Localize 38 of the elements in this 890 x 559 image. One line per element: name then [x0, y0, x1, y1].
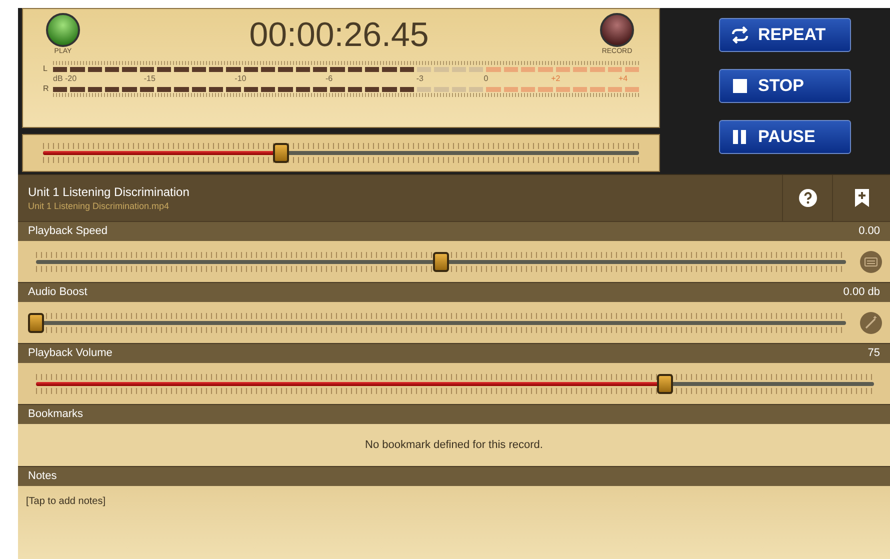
scale-label: -15 — [144, 73, 156, 85]
value-label: 0.00 db — [843, 285, 880, 300]
section-header: Notes — [28, 469, 57, 484]
control-label: Playback Volume — [28, 346, 112, 362]
repeat-icon — [730, 25, 750, 45]
file-name: Unit 1 Listening Discrimination.mp4 — [28, 200, 170, 212]
play-light-icon — [46, 13, 80, 47]
stop-icon — [730, 76, 750, 96]
scale-label: -6 — [325, 73, 333, 85]
notes-field[interactable]: [Tap to add notes] — [18, 486, 890, 559]
channel-label: L — [43, 63, 48, 75]
slider-thumb[interactable] — [273, 143, 290, 163]
slider-thumb[interactable] — [656, 374, 672, 394]
time-display: 00:00:26.45 — [249, 15, 429, 55]
track-title: Unit 1 Listening Discrimination — [28, 184, 190, 200]
scale-label: -10 — [234, 73, 246, 85]
scale-label: -3 — [416, 73, 424, 85]
keyboard-icon — [860, 250, 882, 272]
record-light-icon — [600, 13, 634, 47]
pause-button[interactable]: PAUSE — [719, 120, 851, 154]
slider-thumb[interactable] — [28, 312, 44, 332]
channel-label: R — [43, 83, 50, 95]
bookmark-add-icon[interactable] — [854, 189, 868, 207]
scale-label: +4 — [618, 73, 628, 85]
value-label: 75 — [868, 346, 880, 362]
control-label: Audio Boost — [28, 285, 88, 300]
scale-label: +2 — [551, 73, 560, 85]
section-header: Bookmarks — [28, 407, 84, 422]
scale-label: dB -20 — [53, 73, 77, 85]
repeat-button[interactable]: REPEAT — [719, 18, 851, 52]
scale-label: 0 — [484, 73, 488, 85]
magic-wand-icon — [860, 312, 882, 334]
value-label: 0.00 — [858, 224, 880, 240]
stop-button[interactable]: STOP — [719, 69, 851, 103]
empty-message: No bookmark defined for this record. — [365, 438, 543, 453]
help-icon[interactable] — [798, 189, 816, 207]
control-label: Playback Speed — [28, 224, 108, 240]
slider-thumb[interactable] — [433, 252, 449, 272]
